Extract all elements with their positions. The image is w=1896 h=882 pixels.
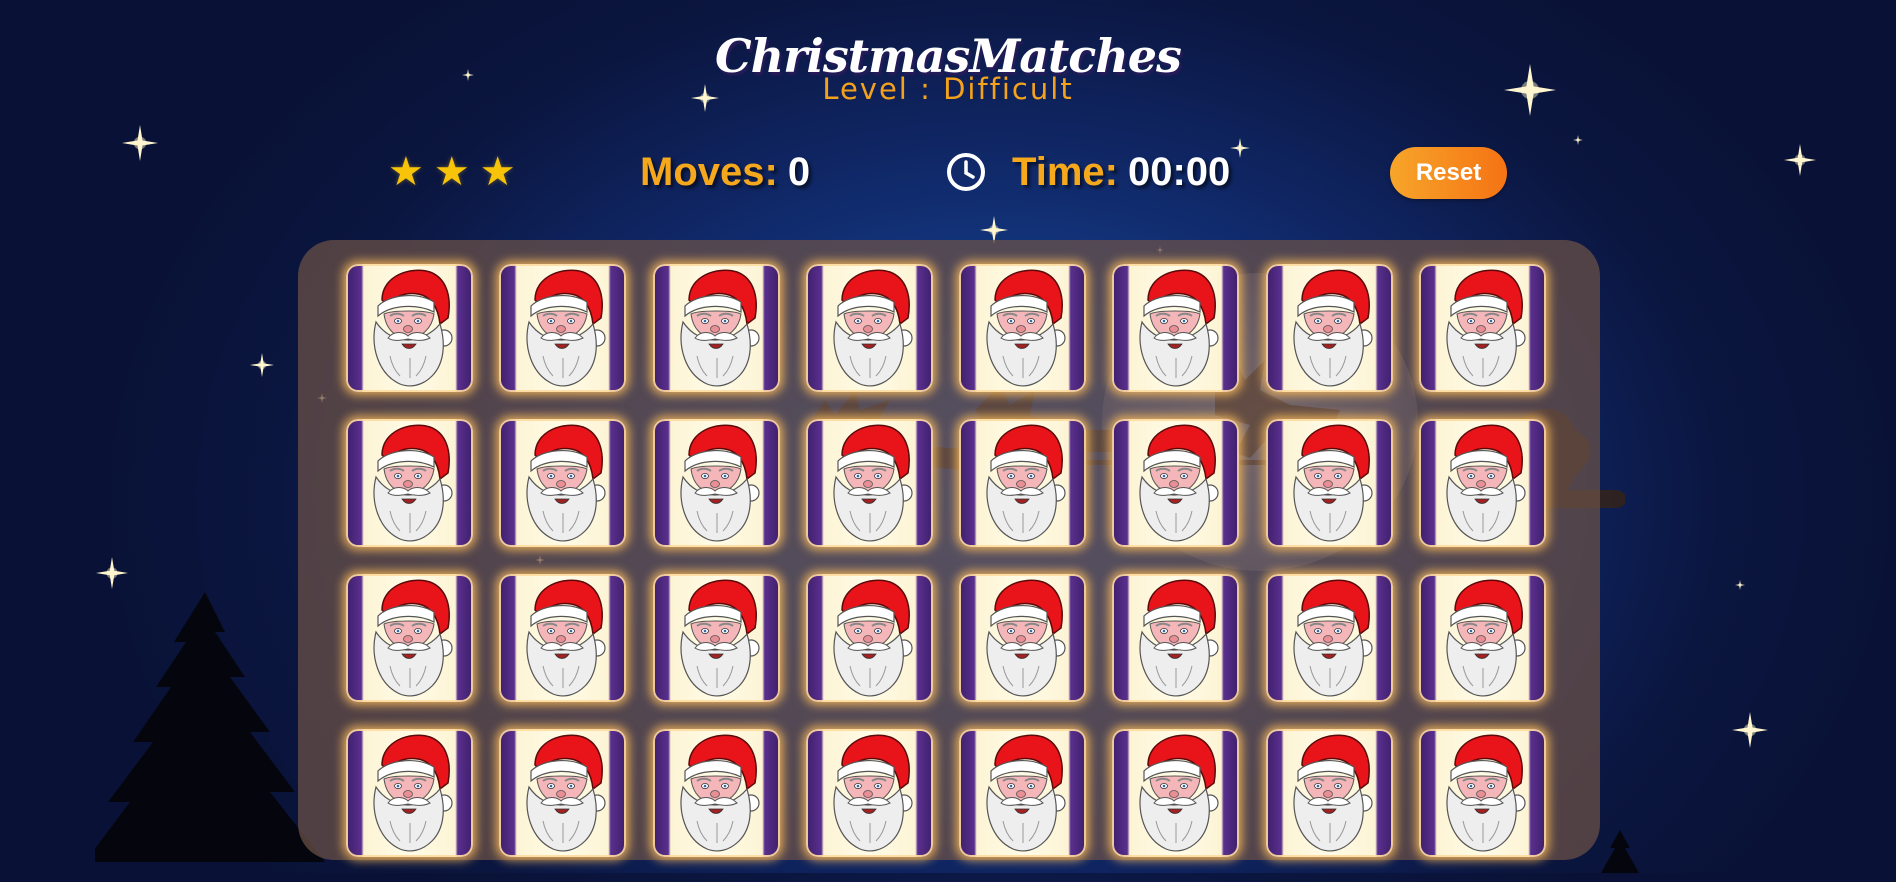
moves-label: Moves:	[640, 149, 778, 194]
santa-face-icon	[1446, 579, 1526, 697]
sparkle-star	[250, 353, 274, 377]
pine-tree-silhouette	[1601, 830, 1639, 873]
memory-card[interactable]	[1112, 264, 1240, 392]
reset-button[interactable]: Reset	[1390, 147, 1507, 199]
santa-face-icon	[833, 579, 913, 697]
santa-face-icon	[373, 424, 453, 542]
santa-face-icon	[373, 734, 453, 852]
clock-icon	[947, 153, 985, 191]
santa-face-icon	[986, 579, 1066, 697]
memory-card[interactable]	[346, 574, 473, 702]
memory-card[interactable]	[1265, 729, 1393, 857]
star-rating: ★ ★ ★	[388, 144, 516, 200]
santa-face-icon	[680, 579, 760, 697]
memory-card[interactable]	[1112, 419, 1240, 547]
sparkle-star	[122, 125, 158, 161]
sparkle-star	[1230, 138, 1250, 158]
santa-face-icon	[526, 424, 606, 542]
game-header: ChristmasMatches Level : Difficult	[0, 28, 1896, 104]
memory-card[interactable]	[499, 729, 627, 857]
santa-face-icon	[373, 579, 453, 697]
time-value: 00:00	[1127, 149, 1231, 194]
santa-face-icon	[833, 424, 913, 542]
santa-face-icon	[1446, 424, 1526, 542]
memory-card[interactable]	[499, 264, 627, 392]
santa-face-icon	[526, 579, 606, 697]
memory-card[interactable]	[805, 419, 933, 547]
memory-card[interactable]	[1419, 729, 1547, 857]
memory-card[interactable]	[346, 264, 473, 392]
memory-card[interactable]	[346, 729, 473, 857]
sparkle-star	[1732, 712, 1768, 748]
sparkle-star	[1735, 580, 1745, 590]
memory-card[interactable]	[499, 574, 627, 702]
santa-face-icon	[1139, 734, 1220, 852]
santa-face-icon	[680, 269, 760, 387]
santa-face-icon	[1139, 424, 1220, 542]
santa-face-icon	[986, 269, 1066, 387]
star-icon: ★	[388, 150, 424, 194]
memory-card[interactable]	[652, 729, 780, 857]
santa-face-icon	[1293, 269, 1373, 387]
memory-card[interactable]	[959, 264, 1087, 392]
santa-face-icon	[1139, 579, 1220, 697]
memory-card[interactable]	[652, 574, 780, 702]
santa-face-icon	[986, 424, 1066, 542]
santa-face-icon	[833, 269, 913, 387]
santa-face-icon	[833, 734, 913, 852]
memory-card[interactable]	[959, 574, 1087, 702]
card-grid	[346, 264, 1547, 857]
memory-card[interactable]	[652, 264, 780, 392]
memory-card[interactable]	[805, 574, 933, 702]
memory-card[interactable]	[1265, 574, 1393, 702]
memory-card[interactable]	[805, 729, 933, 857]
santa-face-icon	[1293, 424, 1373, 542]
memory-card[interactable]	[652, 419, 780, 547]
memory-card[interactable]	[1112, 729, 1240, 857]
moves-counter: Moves: 0	[640, 144, 810, 200]
memory-card[interactable]	[1112, 574, 1240, 702]
time-label: Time:	[1012, 149, 1118, 194]
santa-face-icon	[680, 424, 760, 542]
star-icon: ★	[479, 150, 516, 194]
star-icon: ★	[433, 150, 470, 194]
timer: Time: 00:00	[946, 144, 1230, 200]
game-board	[298, 240, 1600, 860]
santa-face-icon	[526, 269, 606, 387]
memory-card[interactable]	[805, 264, 933, 392]
santa-face-icon	[680, 734, 760, 852]
memory-card[interactable]	[1265, 264, 1393, 392]
sparkle-star	[1784, 144, 1816, 176]
santa-face-icon	[1446, 269, 1526, 387]
memory-card[interactable]	[499, 419, 627, 547]
sparkle-star	[1573, 135, 1583, 145]
santa-face-icon	[1446, 734, 1526, 852]
memory-card[interactable]	[1419, 419, 1547, 547]
moves-value: 0	[787, 149, 811, 194]
santa-face-icon	[526, 734, 606, 852]
memory-card[interactable]	[959, 729, 1087, 857]
memory-card[interactable]	[346, 419, 473, 547]
sparkle-star	[96, 557, 128, 589]
santa-face-icon	[1293, 734, 1373, 852]
santa-face-icon	[1293, 579, 1373, 697]
memory-card[interactable]	[1419, 264, 1547, 392]
memory-card[interactable]	[1419, 574, 1547, 702]
santa-face-icon	[373, 269, 453, 387]
memory-card[interactable]	[1265, 419, 1393, 547]
difficulty-level: Level : Difficult	[822, 72, 1074, 106]
santa-face-icon	[986, 734, 1066, 852]
memory-card[interactable]	[959, 419, 1087, 547]
santa-face-icon	[1139, 269, 1220, 387]
